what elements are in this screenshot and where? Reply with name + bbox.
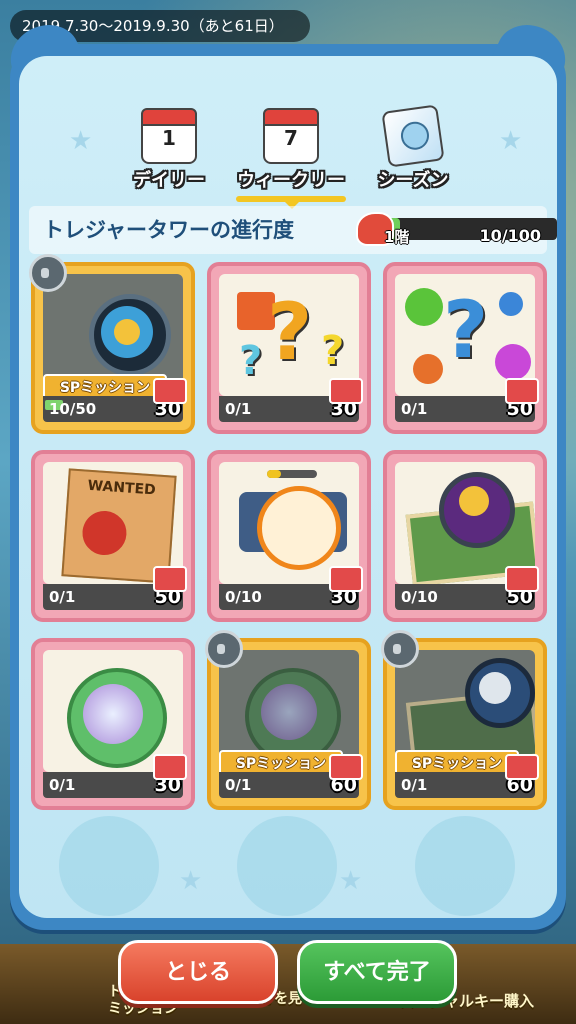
mission-progress: 0/10 <box>225 588 262 606</box>
lock-icon <box>205 630 243 668</box>
active-tab-indicator <box>236 196 346 209</box>
tower-progress: トレジャータワーの進行度 1階 10/100 <box>29 206 557 254</box>
star-decoration: ★ <box>179 866 203 896</box>
mission-card[interactable]: ? ? ? 0/1 30 <box>207 262 371 434</box>
panel-body: ★ ★ ★ ★ 1 デイリー 7 ウィークリー シーズン トレジャータワーの進行… <box>19 56 557 918</box>
tower-floor: 1階 <box>384 228 410 246</box>
tab-weekly-label: ウィークリー <box>237 170 345 191</box>
reward-box-icon <box>153 566 187 592</box>
reward-box-icon <box>329 378 363 404</box>
mission-card[interactable]: WANTED 0/1 50 <box>31 450 195 622</box>
star-decoration: ★ <box>339 866 363 896</box>
tab-season[interactable]: シーズン <box>353 104 473 192</box>
mission-card[interactable]: ? 0/1 50 <box>383 262 547 434</box>
tower-progress-title: トレジャータワーの進行度 <box>43 218 294 242</box>
mission-progress: 0/1 <box>49 776 76 794</box>
mission-card[interactable]: 0/10 30 <box>207 450 371 622</box>
decorative-circle <box>59 816 159 916</box>
mission-panel: ★ ★ ★ ★ 1 デイリー 7 ウィークリー シーズン トレジャータワーの進行… <box>0 14 576 930</box>
reward-box-icon <box>505 378 539 404</box>
mission-card[interactable]: SPミッション 0/1 60 <box>205 630 371 810</box>
mission-card[interactable]: SPミッション 10/50 30 <box>29 254 195 434</box>
calendar-1-icon: 1 <box>141 108 197 164</box>
mission-tabs: 1 デイリー 7 ウィークリー シーズン <box>19 104 557 218</box>
decorative-circle <box>415 816 515 916</box>
calendar-7-icon: 7 <box>263 108 319 164</box>
reward-box-icon <box>153 378 187 404</box>
decorative-circle <box>237 816 337 916</box>
lock-icon <box>29 254 67 292</box>
mission-progress: 0/1 <box>49 588 76 606</box>
close-button[interactable]: とじる <box>118 940 278 1004</box>
complete-all-button[interactable]: すべて完了 <box>297 940 457 1004</box>
lock-icon <box>381 630 419 668</box>
tower-progress-count: 10/100 <box>479 226 541 245</box>
reward-box-icon <box>153 754 187 780</box>
mission-card[interactable]: 0/10 50 <box>383 450 547 622</box>
mission-progress: 10/50 <box>49 400 97 418</box>
tab-weekly[interactable]: 7 ウィークリー <box>231 108 351 209</box>
reward-box-icon <box>329 566 363 592</box>
mission-progress: 0/1 <box>225 776 252 794</box>
mission-card[interactable]: 0/1 30 <box>31 638 195 810</box>
wanted-label: WANTED <box>87 477 157 499</box>
background-menu-bar: トレジャー ミッション マンガを見る スペシャルキー購入 <box>0 944 576 1024</box>
tab-daily-label: デイリー <box>133 170 205 191</box>
reward-box-icon <box>329 754 363 780</box>
season-ticket-icon <box>381 104 445 168</box>
reward-box-icon <box>505 566 539 592</box>
mission-progress: 0/10 <box>401 588 438 606</box>
reward-box-icon <box>505 754 539 780</box>
mission-progress: 0/1 <box>225 400 252 418</box>
mission-card[interactable]: SPミッション 0/1 60 <box>381 630 547 810</box>
mission-progress: 0/1 <box>401 776 428 794</box>
mission-progress: 0/1 <box>401 400 428 418</box>
tab-season-label: シーズン <box>377 170 449 191</box>
tab-daily[interactable]: 1 デイリー <box>109 108 229 192</box>
